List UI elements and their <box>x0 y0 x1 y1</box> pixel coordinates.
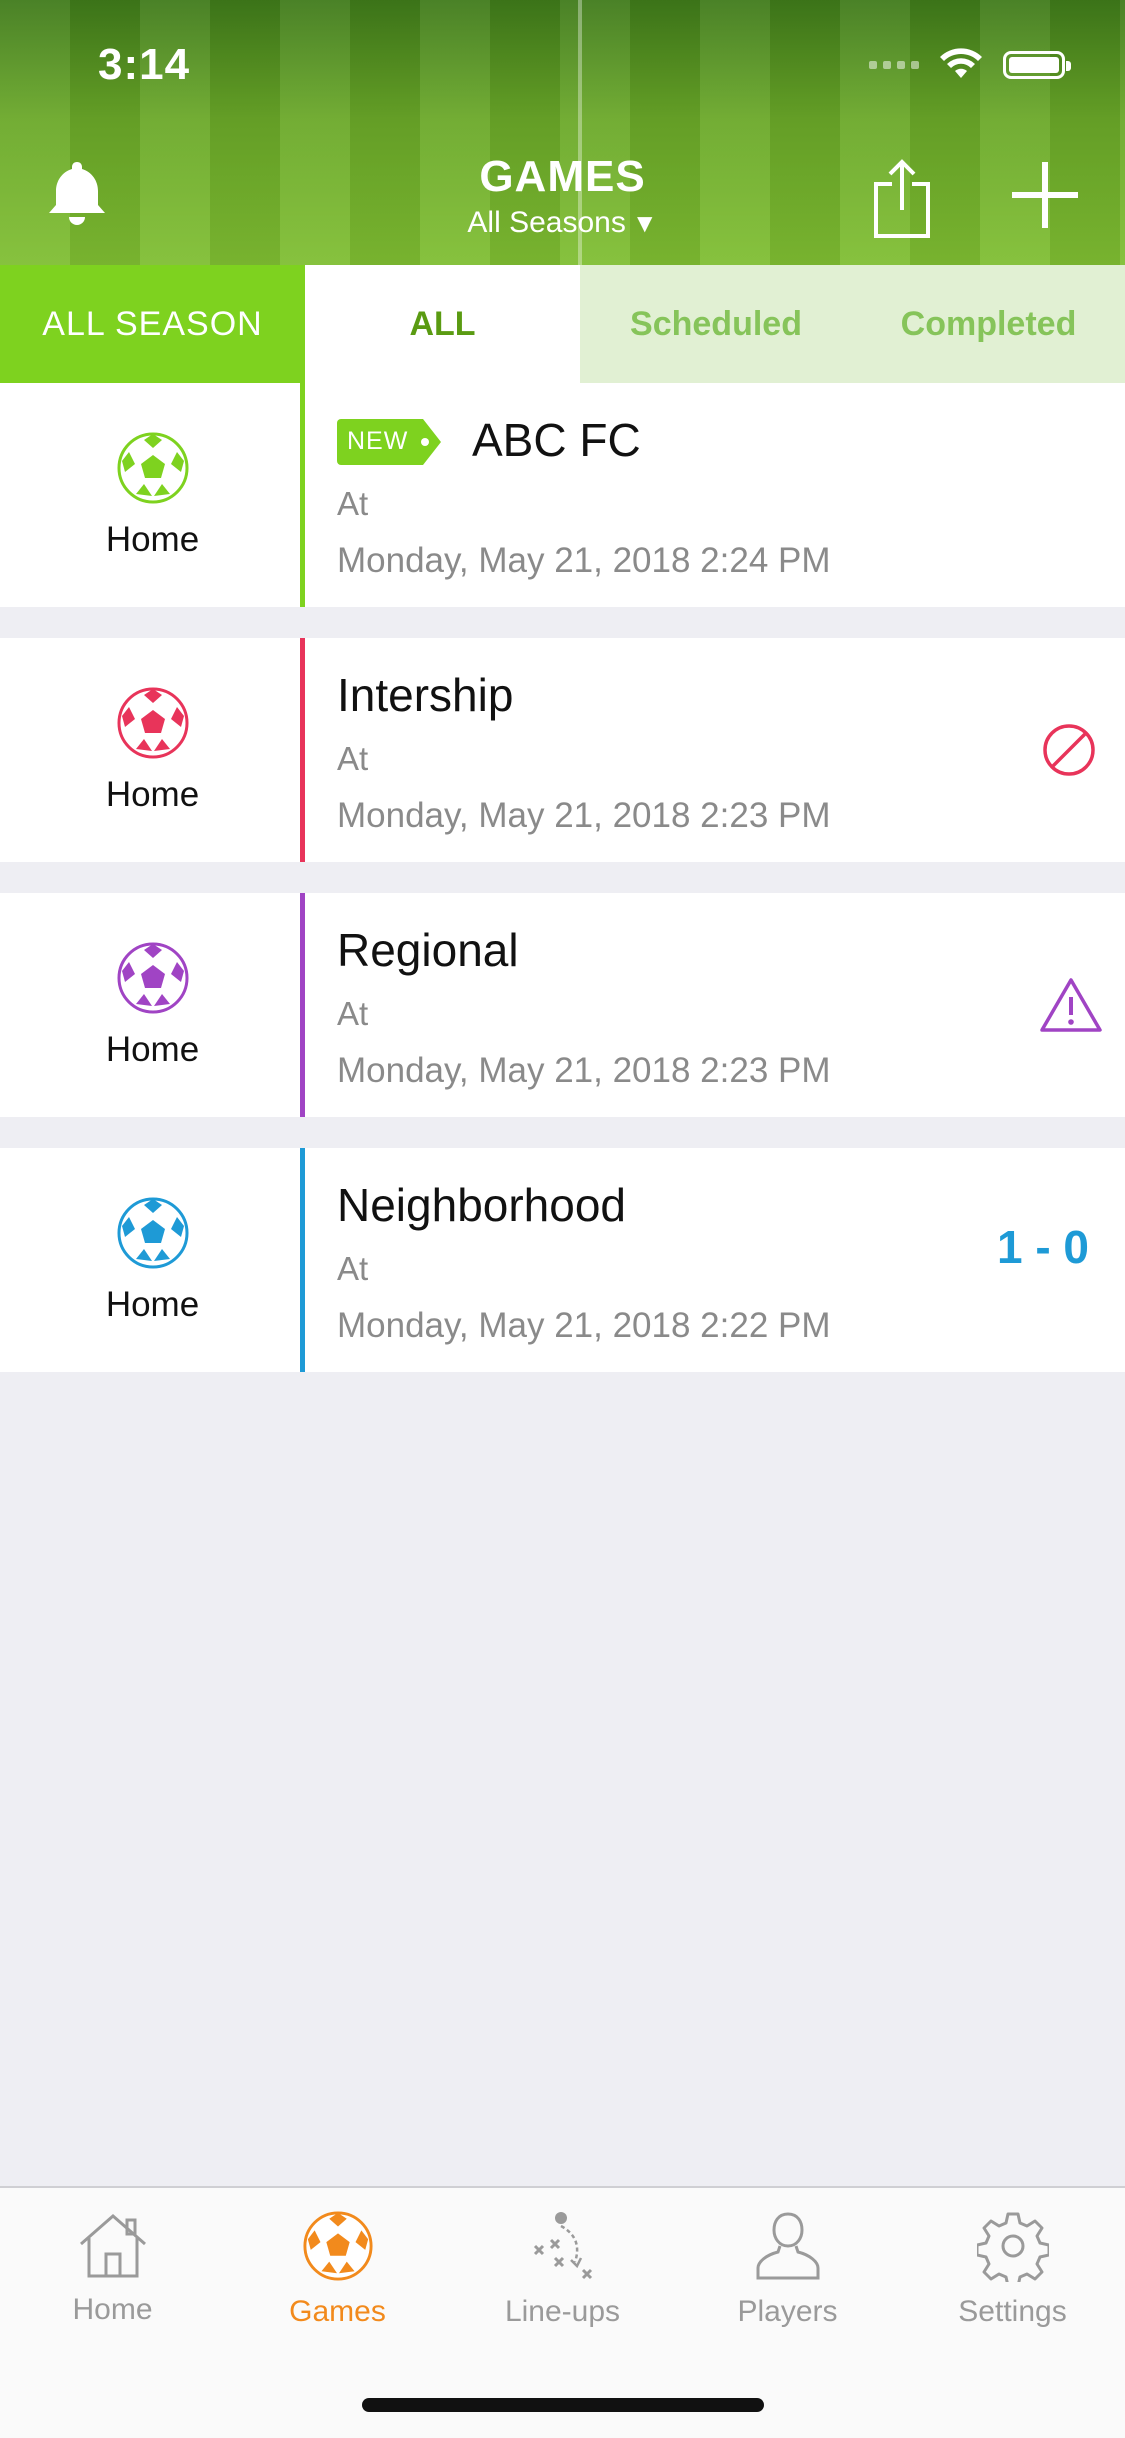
soccer-ball-icon <box>117 942 189 1014</box>
games-list: Home NEW ABC FC At Monday, May 21, 2018 … <box>0 383 1125 1403</box>
color-bar <box>300 638 305 862</box>
page-title: GAMES <box>479 152 646 201</box>
tabbar-item-lineups[interactable]: Line-ups <box>450 2210 675 2329</box>
tabbar-item-settings[interactable]: Settings <box>900 2210 1125 2329</box>
game-name: Regional <box>337 924 519 976</box>
game-row[interactable]: Home Regional At Monday, May 21, 2018 2:… <box>0 893 1125 1117</box>
home-label: Home <box>105 520 200 559</box>
color-bar <box>300 893 305 1117</box>
game-at: At <box>337 485 369 522</box>
new-badge: NEW <box>337 419 441 465</box>
tab-completed[interactable]: Completed <box>852 265 1125 383</box>
person-icon <box>756 2212 819 2280</box>
tabbar-label: Players <box>737 2295 838 2328</box>
game-location: Home <box>0 893 300 1117</box>
new-badge-label: NEW <box>347 427 409 455</box>
tabbar-item-players[interactable]: Players <box>675 2210 900 2329</box>
game-datetime: Monday, May 21, 2018 2:23 PM <box>337 1051 831 1090</box>
status-icons <box>869 48 1071 82</box>
tabbar-item-home[interactable]: Home <box>0 2210 225 2327</box>
game-datetime: Monday, May 21, 2018 2:24 PM <box>337 541 831 580</box>
game-at: At <box>337 1250 369 1287</box>
game-location: Home <box>0 1148 300 1372</box>
game-row[interactable]: Home Neighborhood At Monday, May 21, 201… <box>0 1148 1125 1372</box>
tabbar-item-games[interactable]: Games <box>225 2210 450 2329</box>
tabbar-label: Home <box>72 2293 153 2326</box>
cancelled-icon <box>1043 724 1095 776</box>
game-row[interactable]: Home NEW ABC FC At Monday, May 21, 2018 … <box>0 383 1125 607</box>
tab-scheduled[interactable]: Scheduled <box>580 265 852 383</box>
game-score: 1 - 0 <box>996 1221 1089 1273</box>
season-selector[interactable]: All Seasons ▼ <box>0 206 1125 240</box>
title-block[interactable]: GAMES All Seasons ▼ <box>0 152 1125 240</box>
game-at: At <box>337 740 369 777</box>
soccer-ball-icon <box>117 687 189 759</box>
tabbar-label: Settings <box>958 2295 1067 2328</box>
tabbar-label: Games <box>289 2295 386 2328</box>
share-icon[interactable] <box>870 158 934 240</box>
home-label: Home <box>105 1030 200 1069</box>
cellular-signal-icon <box>869 61 919 69</box>
soccer-ball-icon <box>117 1197 189 1269</box>
gear-icon <box>975 2212 1050 2288</box>
game-datetime: Monday, May 21, 2018 2:23 PM <box>337 796 831 835</box>
game-row[interactable]: Home Intership At Monday, May 21, 2018 2… <box>0 638 1125 862</box>
add-icon[interactable] <box>1010 160 1080 230</box>
soccer-ball-icon <box>302 2211 373 2281</box>
caret-down-icon: ▼ <box>631 208 658 238</box>
game-location: Home <box>0 383 300 607</box>
tabbar-label: Line-ups <box>504 2295 621 2328</box>
house-icon <box>79 2214 146 2278</box>
tactics-icon <box>533 2212 592 2280</box>
home-label: Home <box>105 775 200 814</box>
tab-all-season[interactable]: ALL SEASON <box>0 265 305 383</box>
game-at: At <box>337 995 369 1032</box>
game-name: Intership <box>337 669 514 721</box>
battery-icon <box>1003 51 1071 79</box>
home-label: Home <box>105 1285 200 1324</box>
home-indicator[interactable] <box>362 2398 764 2412</box>
tab-all[interactable]: ALL <box>305 265 580 383</box>
soccer-ball-icon <box>117 432 189 504</box>
season-selector-label: All Seasons <box>467 206 626 239</box>
game-location: Home <box>0 638 300 862</box>
color-bar <box>300 1148 305 1372</box>
warning-icon <box>1040 978 1102 1032</box>
wifi-icon <box>940 48 982 78</box>
filter-tabs: ALL SEASON ALL Scheduled Completed <box>0 265 1125 383</box>
game-name: Neighborhood <box>337 1179 627 1231</box>
game-name: ABC FC <box>472 414 641 466</box>
header: 3:14 GAMES All Seasons ▼ <box>0 0 1125 265</box>
color-bar <box>300 383 305 607</box>
game-datetime: Monday, May 21, 2018 2:22 PM <box>337 1306 831 1345</box>
status-time: 3:14 <box>98 40 191 89</box>
